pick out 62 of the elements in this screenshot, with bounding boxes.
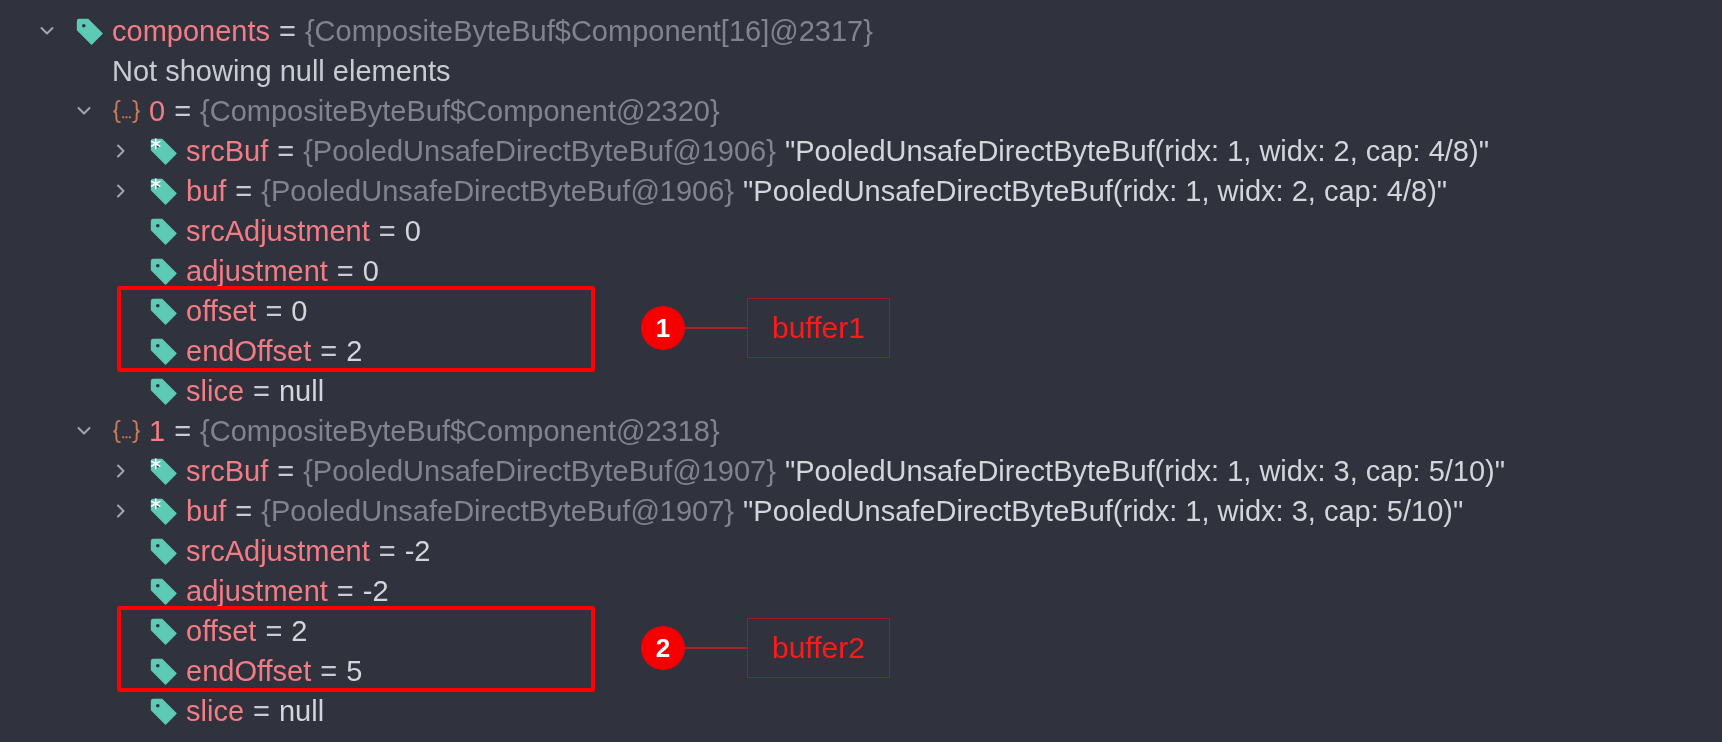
variable-value: 2 (346, 334, 363, 368)
variable-value: -2 (404, 534, 431, 568)
equals-sign: = (336, 574, 354, 608)
variable-value: "PooledUnsafeDirectByteBuf(ridx: 1, widx: 2, cap: 4/8)" (743, 174, 1448, 208)
variable-value: 0 (362, 254, 379, 288)
callout-label: buffer1 (747, 298, 890, 358)
variable-name: srcAdjustment (186, 534, 370, 568)
variable-name: buf (186, 174, 227, 208)
variable-name: adjustment (186, 574, 328, 608)
leader-line (685, 327, 747, 329)
variable-name: adjustment (186, 254, 328, 288)
variable-value: 2 (291, 614, 308, 648)
callout-number: 2 (641, 626, 685, 670)
variable-name: srcBuf (186, 454, 269, 488)
equals-sign: = (378, 534, 396, 568)
equals-sign: = (235, 494, 253, 528)
equals-sign: = (253, 694, 270, 728)
variable-name: endOffset (186, 654, 312, 688)
variable-type: {PooledUnsafeDirectByteBuf@1907} (303, 454, 776, 488)
variable-value: 0 (291, 294, 308, 328)
equals-sign: = (265, 294, 283, 328)
variable-name: srcBuf (186, 134, 269, 168)
callout-label: buffer2 (747, 618, 890, 678)
variable-type: {PooledUnsafeDirectByteBuf@1907} (261, 494, 735, 528)
variable-name: 1 (149, 414, 166, 448)
equals-sign: = (265, 614, 283, 648)
equals-sign: = (320, 334, 338, 368)
variable-name: offset (186, 294, 257, 328)
variable-value: 0 (404, 214, 421, 248)
equals-sign: = (378, 214, 396, 248)
equals-sign: = (174, 414, 192, 448)
variable-name: offset (186, 614, 257, 648)
equals-sign: = (279, 14, 296, 48)
variable-name: buf (186, 494, 227, 528)
variable-type: {CompositeByteBuf$Component@2320} (200, 94, 720, 128)
variable-value: "PooledUnsafeDirectByteBuf(ridx: 1, widx: 2, cap: 4/8)" (784, 134, 1489, 168)
variable-value: null (278, 374, 325, 408)
variable-name: 0 (149, 94, 166, 128)
equals-sign: = (320, 654, 338, 688)
variable-value: "PooledUnsafeDirectByteBuf(ridx: 1, widx: 3, cap: 5/10)" (784, 454, 1506, 488)
equals-sign: = (336, 254, 354, 288)
variable-value: 5 (346, 654, 363, 688)
info-message: Not showing null elements (112, 54, 451, 88)
variable-name: slice (186, 374, 244, 408)
equals-sign: = (277, 454, 295, 488)
variable-type: {CompositeByteBuf$Component@2318} (200, 414, 720, 448)
variable-name: components (112, 14, 270, 48)
equals-sign: = (277, 134, 295, 168)
variable-type: {PooledUnsafeDirectByteBuf@1906} (261, 174, 735, 208)
variable-type: {PooledUnsafeDirectByteBuf@1906} (303, 134, 776, 168)
variable-name: endOffset (186, 334, 312, 368)
variable-name: slice (186, 694, 244, 728)
equals-sign: = (174, 94, 192, 128)
equals-sign: = (253, 374, 270, 408)
leader-line (685, 647, 747, 649)
variable-name: srcAdjustment (186, 214, 370, 248)
equals-sign: = (235, 174, 253, 208)
variable-value: null (278, 694, 325, 728)
callout-number: 1 (641, 306, 685, 350)
variable-value: -2 (362, 574, 389, 608)
variable-type: {CompositeByteBuf$Component[16]@2317} (304, 14, 873, 48)
variable-value: "PooledUnsafeDirectByteBuf(ridx: 1, widx: 3, cap: 5/10)" (743, 494, 1464, 528)
